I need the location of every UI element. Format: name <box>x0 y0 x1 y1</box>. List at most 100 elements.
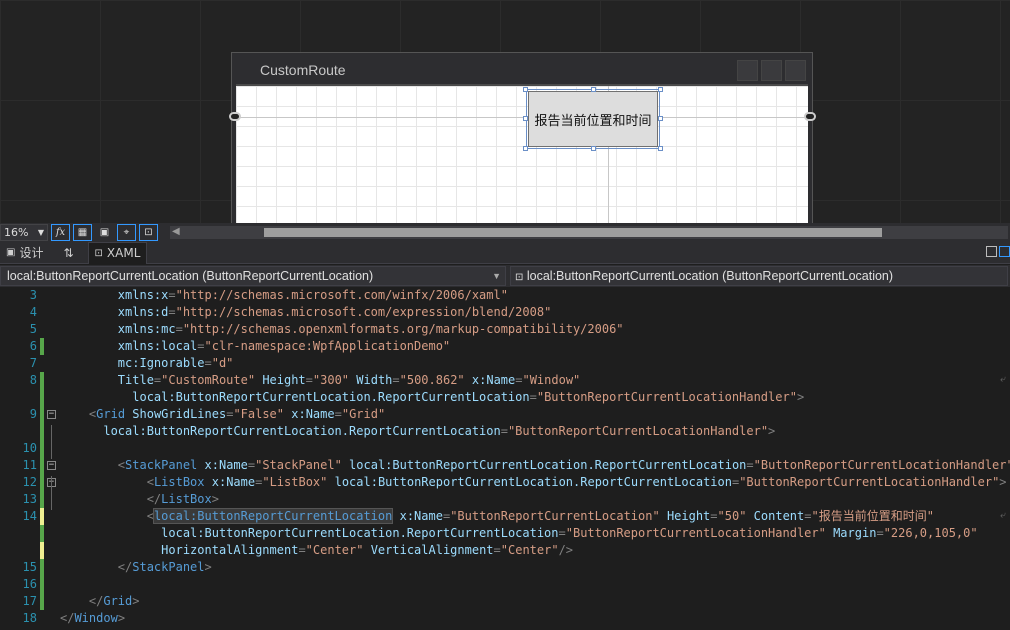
resize-handle[interactable] <box>523 87 528 92</box>
horizontal-split-icon[interactable] <box>999 246 1010 257</box>
code-line[interactable]: 17 </Grid> <box>0 593 1010 610</box>
xaml-editor[interactable]: 3 xmlns:x="http://schemas.microsoft.com/… <box>0 287 1010 630</box>
code-line[interactable]: 15 </StackPanel> <box>0 559 1010 576</box>
chevron-down-icon: ▼ <box>37 228 44 237</box>
change-indicator <box>40 508 44 525</box>
line-number: 16 <box>22 577 37 591</box>
element-type-dropdown[interactable]: local:ButtonReportCurrentLocation (Butto… <box>0 266 506 286</box>
element-member-dropdown[interactable]: ⊡ local:ButtonReportCurrentLocation (But… <box>510 266 1008 286</box>
snap-lines-button[interactable]: ⊡ <box>139 224 158 241</box>
line-number: 14 <box>22 509 37 523</box>
change-indicator <box>40 491 44 508</box>
code-line[interactable]: 16 <box>0 576 1010 593</box>
code-text: </Window> <box>60 611 126 625</box>
change-indicator <box>40 338 44 355</box>
fold-guide <box>51 425 52 459</box>
scrollbar-thumb[interactable] <box>264 228 882 237</box>
xaml-icon: ⊡ <box>94 247 103 259</box>
line-number: 5 <box>29 322 37 336</box>
change-indicator <box>40 576 44 593</box>
code-text: <local:ButtonReportCurrentLocation x:Nam… <box>146 508 934 524</box>
code-line[interactable]: 5 xmlns:mc="http://schemas.openxmlformat… <box>0 321 1010 338</box>
code-text: xmlns:d="http://schemas.microsoft.com/ex… <box>117 305 552 319</box>
vertical-split-icon[interactable] <box>986 246 997 257</box>
line-number: 10 <box>22 441 37 455</box>
designer-client-area[interactable]: 报告当前位置和时间 <box>236 84 808 223</box>
fx-button[interactable]: fx <box>51 224 70 241</box>
code-text: </Grid> <box>88 594 140 608</box>
code-line[interactable]: HorizontalAlignment="Center" VerticalAli… <box>0 542 1010 559</box>
snap-icon: ⌖ <box>123 227 130 238</box>
collapse-icon[interactable]: − <box>47 461 56 470</box>
change-indicator <box>40 406 44 423</box>
line-number: 8 <box>29 373 37 387</box>
code-line[interactable]: 13 </ListBox> <box>0 491 1010 508</box>
line-number: 4 <box>29 305 37 319</box>
change-indicator <box>40 372 44 389</box>
line-number: 12 <box>22 475 37 489</box>
code-line[interactable]: 18 </Window> <box>0 610 1010 627</box>
design-icon: ▣ <box>6 247 16 258</box>
code-line[interactable]: 3 xmlns:x="http://schemas.microsoft.com/… <box>0 287 1010 304</box>
code-line[interactable]: 6 xmlns:local="clr-namespace:WpfApplicat… <box>0 338 1010 355</box>
change-indicator <box>40 559 44 576</box>
horizontal-scrollbar[interactable]: ◀ <box>170 226 1008 239</box>
snap-gridlines-button[interactable]: ⌖ <box>117 224 136 241</box>
left-edge-marker[interactable] <box>229 112 241 121</box>
element-type-value: local:ButtonReportCurrentLocation (Butto… <box>7 269 374 283</box>
navigation-bar: local:ButtonReportCurrentLocation (Butto… <box>0 265 1010 287</box>
resize-handle[interactable] <box>591 87 596 92</box>
change-indicator <box>40 440 44 457</box>
code-line[interactable]: 4 xmlns:d="http://schemas.microsoft.com/… <box>0 304 1010 321</box>
resize-handle[interactable] <box>658 87 663 92</box>
close-icon <box>785 60 806 81</box>
code-text: local:ButtonReportCurrentLocation.Report… <box>103 424 776 438</box>
zoom-select[interactable]: 16% ▼ <box>0 224 48 241</box>
scroll-left-icon[interactable]: ◀ <box>172 226 180 237</box>
code-line[interactable]: 14 <local:ButtonReportCurrentLocation x:… <box>0 508 1010 525</box>
artboard-icon: ▣ <box>99 227 110 238</box>
resize-handle[interactable] <box>523 116 528 121</box>
code-line[interactable]: 7 mc:Ignorable="d" <box>0 355 1010 372</box>
resize-handle[interactable] <box>523 146 528 151</box>
change-indicator <box>40 593 44 610</box>
fold-guide <box>51 493 52 510</box>
code-line[interactable]: local:ButtonReportCurrentLocation.Report… <box>0 389 1010 406</box>
code-text: </ListBox> <box>146 492 219 506</box>
designer-window[interactable]: CustomRoute 报告当前位置和时间 <box>231 52 813 223</box>
code-text: local:ButtonReportCurrentLocation.Report… <box>161 526 978 540</box>
code-line[interactable]: 8 Title="CustomRoute" Height="300" Width… <box>0 372 1010 389</box>
tab-design[interactable]: ▣ 设计 <box>0 242 49 264</box>
designer-window-title: CustomRoute <box>260 62 346 78</box>
xaml-element-icon: ⊡ <box>515 272 524 283</box>
grid-toggle-button[interactable]: ▦ <box>73 224 92 241</box>
report-location-button[interactable]: 报告当前位置和时间 <box>526 89 660 149</box>
code-text: mc:Ignorable="d" <box>117 356 234 370</box>
resize-handle[interactable] <box>658 116 663 121</box>
change-indicator <box>40 457 44 474</box>
resize-handle[interactable] <box>658 146 663 151</box>
code-text: xmlns:mc="http://schemas.openxmlformats.… <box>117 322 624 336</box>
grid-line <box>236 117 808 118</box>
code-line[interactable]: 9 − <Grid ShowGridLines="False" x:Name="G… <box>0 406 1010 423</box>
code-text: <ListBox x:Name="ListBox" local:ButtonRe… <box>146 475 1007 489</box>
word-wrap-icon: ⤶ <box>1000 510 1006 521</box>
code-line[interactable]: 11 − <StackPanel x:Name="StackPanel" loca… <box>0 457 1010 474</box>
code-line[interactable]: local:ButtonReportCurrentLocation.Report… <box>0 423 1010 440</box>
collapse-icon[interactable]: − <box>47 410 56 419</box>
code-text: <StackPanel x:Name="StackPanel" local:Bu… <box>117 458 1010 472</box>
change-indicator <box>40 525 44 542</box>
tab-xaml[interactable]: ⊡ XAML <box>87 241 148 264</box>
right-edge-marker[interactable] <box>804 112 816 121</box>
code-line[interactable]: 12− <ListBox x:Name="ListBox" local:Butt… <box>0 474 1010 491</box>
design-surface[interactable]: CustomRoute 报告当前位置和时间 ▶ <box>0 0 1010 223</box>
snaplines-icon: ⊡ <box>144 227 153 238</box>
code-line[interactable]: local:ButtonReportCurrentLocation.Report… <box>0 525 1010 542</box>
minimize-icon <box>737 60 758 81</box>
code-text: xmlns:local="clr-namespace:WpfApplicatio… <box>117 339 451 353</box>
word-wrap-icon: ⤶ <box>1000 374 1006 385</box>
swap-panes-button[interactable]: ⇅ <box>49 242 87 264</box>
code-line[interactable]: 10 <box>0 440 1010 457</box>
artboard-button[interactable]: ▣ <box>95 224 114 241</box>
resize-handle[interactable] <box>591 146 596 151</box>
